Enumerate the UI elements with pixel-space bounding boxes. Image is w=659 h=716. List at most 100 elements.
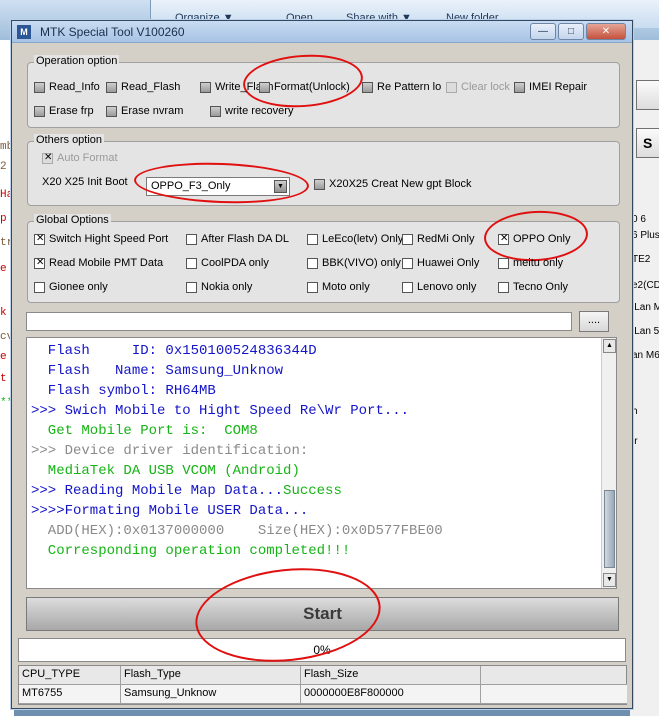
log-line: Get Mobile Port is: COM8 bbox=[31, 421, 443, 441]
log-line: ADD(HEX):0x0137000000 Size(HEX):0x0D577F… bbox=[31, 521, 443, 541]
global-checkbox-box[interactable] bbox=[34, 281, 45, 293]
minimize-button[interactable]: — bbox=[530, 23, 556, 40]
global-checkbox[interactable]: RedMi Only bbox=[402, 233, 474, 245]
global-checkbox[interactable]: Tecno Only bbox=[498, 281, 568, 293]
log-line: >>> Reading Mobile Map Data...Success bbox=[31, 481, 443, 501]
op-checkbox-label: Erase frp bbox=[49, 105, 94, 117]
maximize-button[interactable]: □ bbox=[558, 23, 584, 40]
global-checkbox-box[interactable] bbox=[402, 233, 413, 245]
global-checkbox[interactable]: LeEco(letv) Only bbox=[307, 233, 403, 245]
global-checkbox[interactable]: Huawei Only bbox=[402, 257, 479, 269]
right-pane-text: iLan 5 bbox=[632, 326, 659, 337]
global-checkbox-label: Gionee only bbox=[49, 281, 108, 293]
global-checkbox-box[interactable] bbox=[186, 233, 197, 245]
op-checkbox[interactable]: Read_Flash bbox=[106, 81, 180, 93]
op-checkbox-label: Erase nvram bbox=[121, 105, 184, 117]
global-checkbox-box[interactable] bbox=[307, 233, 318, 245]
log-line-text: Flash ID: 0x150100524836344D bbox=[31, 343, 317, 359]
title-bar[interactable]: M MTK Special Tool V100260 — □ ✕ bbox=[12, 21, 632, 43]
global-checkbox-label: RedMi Only bbox=[417, 233, 475, 245]
gpt-block-label: X20X25 Creat New gpt Block bbox=[329, 178, 472, 190]
global-checkbox[interactable]: BBK(VIVO) only bbox=[307, 257, 401, 269]
browse-button[interactable]: .... bbox=[579, 311, 609, 332]
global-checkbox-label: CoolPDA only bbox=[201, 257, 269, 269]
value-cpu-type: MT6755 bbox=[19, 685, 121, 704]
log-line: Flash ID: 0x150100524836344D bbox=[31, 341, 443, 361]
global-checkbox-label: LeEco(letv) Only bbox=[322, 233, 404, 245]
global-checkbox[interactable]: meitu only bbox=[498, 257, 563, 269]
op-checkbox-box[interactable] bbox=[106, 105, 117, 117]
op-checkbox[interactable]: Format(Unlock) bbox=[259, 81, 350, 93]
op-checkbox-box[interactable] bbox=[514, 81, 525, 93]
path-input[interactable] bbox=[26, 312, 572, 331]
start-button[interactable]: Start bbox=[26, 597, 619, 631]
global-checkbox-box[interactable] bbox=[402, 257, 413, 269]
right-pane-text: 6 Plus bbox=[632, 230, 659, 241]
global-checkbox-label: Nokia only bbox=[201, 281, 253, 293]
log-line: >>> Device driver identification: bbox=[31, 441, 443, 461]
op-checkbox[interactable]: Erase nvram bbox=[106, 105, 183, 117]
op-checkbox[interactable]: write recovery bbox=[210, 105, 293, 117]
op-checkbox[interactable]: Re Pattern lo bbox=[362, 81, 441, 93]
chevron-down-icon[interactable]: ▼ bbox=[274, 180, 287, 193]
background-button-2[interactable]: S bbox=[636, 128, 659, 158]
log-line: Flash Name: Samsung_Unknow bbox=[31, 361, 443, 381]
global-checkbox-box[interactable] bbox=[307, 257, 318, 269]
global-checkbox-box[interactable] bbox=[498, 233, 509, 245]
op-checkbox-label: Read_Flash bbox=[121, 81, 181, 93]
global-checkbox-box[interactable] bbox=[498, 257, 509, 269]
console-line: p bbox=[0, 213, 7, 225]
auto-format-label: Auto Format bbox=[57, 152, 118, 164]
others-option-legend: Others option bbox=[34, 134, 105, 146]
log-line-text: >>>>Formating Mobile USER Data... bbox=[31, 503, 309, 519]
op-checkbox-box[interactable] bbox=[362, 81, 373, 93]
op-checkbox-box[interactable] bbox=[34, 105, 45, 117]
global-checkbox-box[interactable] bbox=[186, 257, 197, 269]
global-checkbox[interactable]: Switch Hight Speed Port bbox=[34, 233, 168, 245]
global-checkbox-label: Switch Hight Speed Port bbox=[49, 233, 169, 245]
value-flash-size: 0000000E8F800000 bbox=[301, 685, 481, 704]
log-line-text: Flash Name: Samsung_Unknow bbox=[31, 363, 284, 379]
op-checkbox[interactable]: Erase frp bbox=[34, 105, 94, 117]
global-checkbox-label: OPPO Only bbox=[513, 233, 571, 245]
background-button-1[interactable] bbox=[636, 80, 659, 110]
global-checkbox[interactable]: After Flash DA DL bbox=[186, 233, 289, 245]
log-scrollbar[interactable]: ▲ ▼ bbox=[601, 338, 616, 588]
others-option-group: Others option bbox=[27, 134, 620, 206]
op-checkbox-box[interactable] bbox=[200, 81, 211, 93]
global-checkbox-box[interactable] bbox=[34, 233, 45, 245]
global-checkbox-box[interactable] bbox=[307, 281, 318, 293]
op-checkbox-box[interactable] bbox=[34, 81, 45, 93]
op-checkbox[interactable]: Read_Info bbox=[34, 81, 100, 93]
scroll-thumb[interactable] bbox=[604, 490, 615, 568]
global-checkbox-box[interactable] bbox=[498, 281, 509, 293]
op-checkbox-box[interactable] bbox=[106, 81, 117, 93]
global-checkbox-label: Huawei Only bbox=[417, 257, 480, 269]
operation-option-group: Operation option bbox=[27, 55, 620, 128]
log-line-text: ADD(HEX):0x0137000000 Size(HEX):0x0D577F… bbox=[31, 523, 443, 539]
value-flash-type: Samsung_Unknow bbox=[121, 685, 301, 704]
scroll-up-icon[interactable]: ▲ bbox=[603, 339, 616, 353]
log-line-text: Get Mobile Port is: COM8 bbox=[31, 423, 258, 439]
global-checkbox[interactable]: Gionee only bbox=[34, 281, 108, 293]
global-checkbox-box[interactable] bbox=[402, 281, 413, 293]
gpt-block-checkbox[interactable]: X20X25 Creat New gpt Block bbox=[314, 178, 471, 190]
global-checkbox[interactable]: CoolPDA only bbox=[186, 257, 269, 269]
gpt-block-box[interactable] bbox=[314, 178, 325, 190]
global-checkbox-box[interactable] bbox=[186, 281, 197, 293]
global-checkbox-box[interactable] bbox=[34, 257, 45, 269]
log-line: >>>>Formating Mobile USER Data... bbox=[31, 501, 443, 521]
global-checkbox[interactable]: Lenovo only bbox=[402, 281, 476, 293]
global-checkbox[interactable]: Moto only bbox=[307, 281, 370, 293]
init-boot-select[interactable]: OPPO_F3_Only ▼ bbox=[146, 177, 290, 196]
close-button[interactable]: ✕ bbox=[586, 23, 626, 40]
global-checkbox[interactable]: Nokia only bbox=[186, 281, 252, 293]
op-checkbox-box bbox=[446, 81, 457, 93]
op-checkbox[interactable]: IMEI Repair bbox=[514, 81, 587, 93]
global-checkbox-label: Moto only bbox=[322, 281, 370, 293]
op-checkbox-box[interactable] bbox=[259, 81, 270, 93]
global-checkbox[interactable]: OPPO Only bbox=[498, 233, 570, 245]
op-checkbox-box[interactable] bbox=[210, 105, 221, 117]
global-checkbox[interactable]: Read Mobile PMT Data bbox=[34, 257, 163, 269]
scroll-down-icon[interactable]: ▼ bbox=[603, 573, 616, 587]
